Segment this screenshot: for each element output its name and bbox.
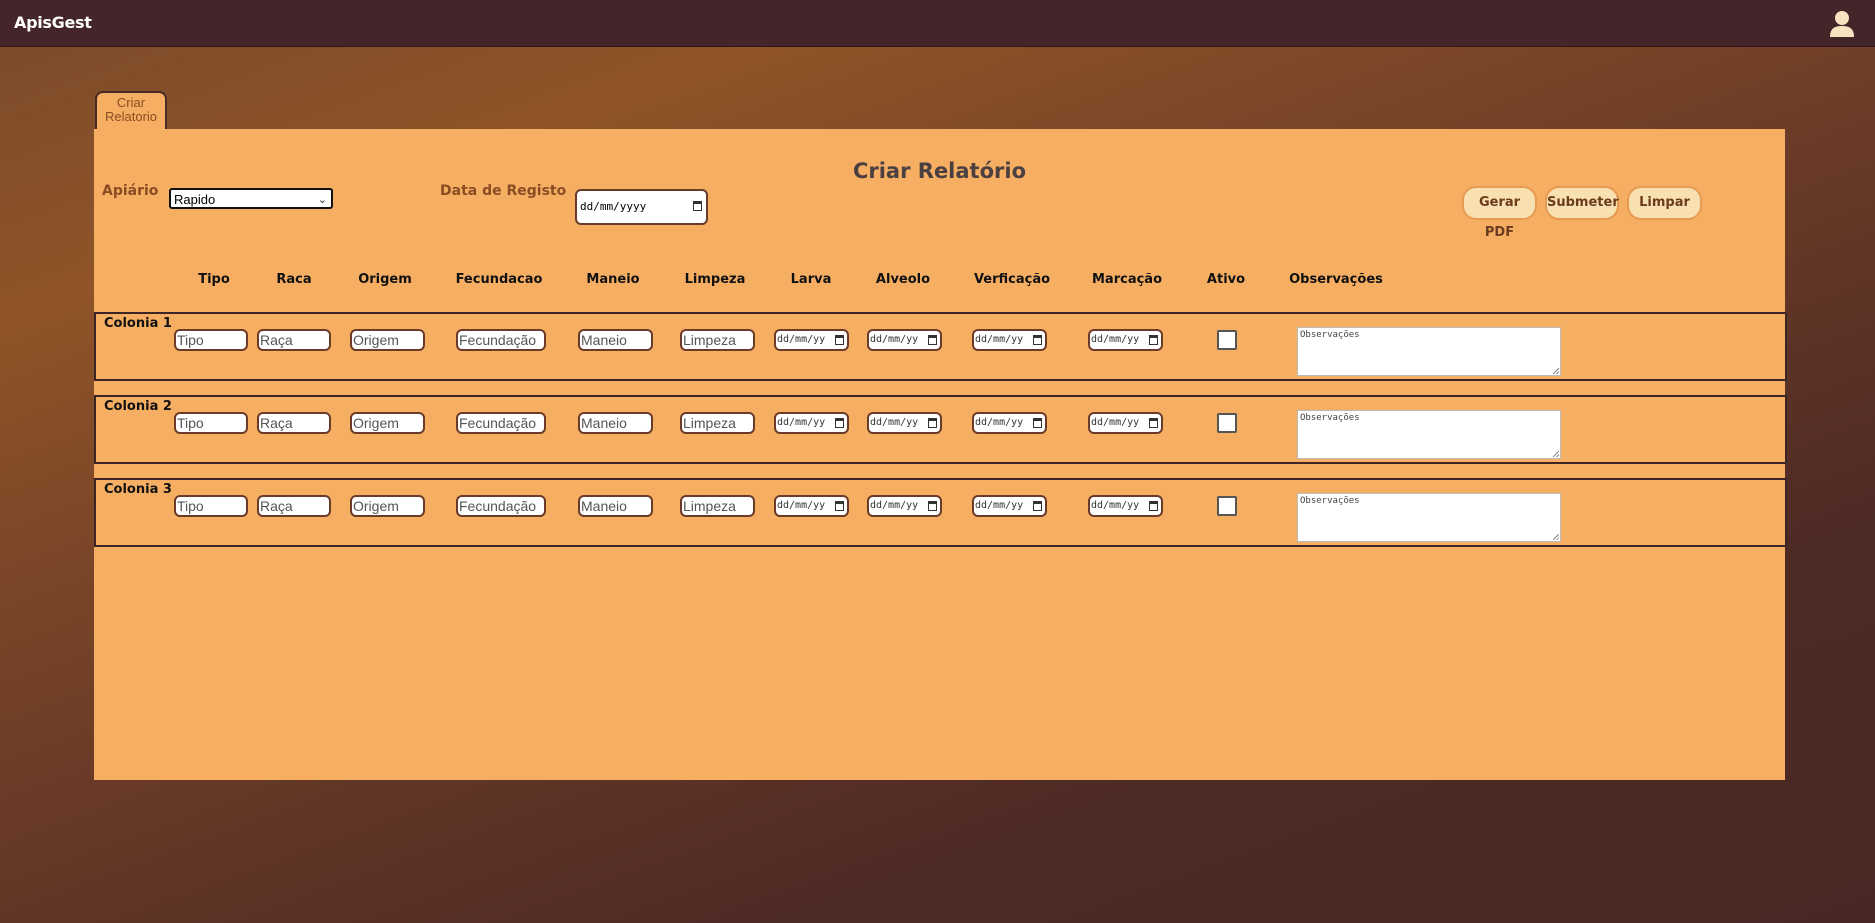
col-raca: Raca (276, 272, 312, 287)
maneio-input[interactable]: Maneio (578, 412, 653, 434)
date-placeholder: dd/mm/yy (975, 500, 1024, 511)
chevron-down-icon: ⌄ (317, 194, 327, 206)
alveolo-date-input[interactable]: dd/mm/yy (867, 412, 942, 434)
tipo-input[interactable]: Tipo (174, 329, 248, 351)
col-marcacao: Marcação (1091, 272, 1163, 287)
col-limpeza: Limpeza (684, 272, 746, 287)
marcacao-date-input[interactable]: dd/mm/yy (1088, 495, 1163, 517)
user-icon[interactable] (1829, 10, 1855, 38)
report-panel: Criar Relatório Apiário Rapido ⌄ Data de… (94, 129, 1787, 780)
verficacao-date-input[interactable]: dd/mm/yy (972, 412, 1047, 434)
apiario-select[interactable]: Rapido ⌄ (169, 188, 333, 209)
app-brand[interactable]: ApisGest (14, 13, 92, 32)
data-registo-input[interactable]: dd/mm/yyyy (575, 189, 708, 225)
date-placeholder: dd/mm/yy (870, 500, 919, 511)
col-tipo: Tipo (198, 272, 230, 287)
gerar-pdf-button[interactable]: Gerar PDF (1462, 186, 1537, 240)
marcacao-date-input[interactable]: dd/mm/yy (1088, 412, 1163, 434)
calendar-icon (835, 335, 844, 345)
limpeza-input[interactable]: Limpeza (680, 329, 755, 351)
date-placeholder: dd/mm/yy (1091, 334, 1140, 345)
col-ativo: Ativo (1206, 272, 1246, 287)
tipo-input[interactable]: Tipo (174, 412, 248, 434)
verficacao-date-input[interactable]: dd/mm/yy (972, 495, 1047, 517)
tab-label: Criar Relatorio (104, 95, 158, 124)
calendar-icon (1033, 418, 1042, 428)
apiario-value: Rapido (174, 192, 216, 207)
observacoes-textarea[interactable]: Observações (1297, 493, 1561, 542)
tab-criar-relatorio[interactable]: Criar Relatorio (95, 91, 167, 129)
alveolo-date-input[interactable]: dd/mm/yy (867, 329, 942, 351)
col-verficacao: Verficação (973, 272, 1051, 287)
calendar-icon (1149, 418, 1158, 428)
top-navbar: ApisGest (0, 0, 1875, 47)
date-placeholder: dd/mm/yyyy (580, 200, 647, 213)
observacoes-textarea[interactable]: Observações (1297, 410, 1561, 459)
date-placeholder: dd/mm/yy (777, 500, 826, 511)
col-observacoes: Observações (1289, 272, 1383, 287)
larva-date-input[interactable]: dd/mm/yy (774, 329, 849, 351)
origem-input[interactable]: Origem (350, 495, 425, 517)
col-alveolo: Alveolo (875, 272, 931, 287)
col-maneio: Maneio (586, 272, 640, 287)
row-name: Colonia 3 (104, 482, 172, 497)
tipo-input[interactable]: Tipo (174, 495, 248, 517)
calendar-icon (928, 335, 937, 345)
date-placeholder: dd/mm/yy (1091, 417, 1140, 428)
calendar-icon (928, 418, 937, 428)
col-larva: Larva (790, 272, 832, 287)
submeter-button[interactable]: Submeter (1545, 186, 1619, 220)
marcacao-date-input[interactable]: dd/mm/yy (1088, 329, 1163, 351)
calendar-icon (928, 501, 937, 511)
date-placeholder: dd/mm/yy (870, 417, 919, 428)
date-placeholder: dd/mm/yy (975, 334, 1024, 345)
colonia-row: Colonia 3 Tipo Raça Origem Fecundação Ma… (94, 478, 1787, 547)
origem-input[interactable]: Origem (350, 329, 425, 351)
date-placeholder: dd/mm/yy (777, 417, 826, 428)
date-placeholder: dd/mm/yy (777, 334, 826, 345)
row-name: Colonia 1 (104, 316, 172, 331)
col-origem: Origem (358, 272, 412, 287)
limpar-button[interactable]: Limpar (1627, 186, 1702, 220)
origem-input[interactable]: Origem (350, 412, 425, 434)
fecundacao-input[interactable]: Fecundação (456, 412, 546, 434)
ativo-checkbox[interactable] (1217, 330, 1237, 350)
calendar-icon (835, 501, 844, 511)
larva-date-input[interactable]: dd/mm/yy (774, 495, 849, 517)
date-placeholder: dd/mm/yy (975, 417, 1024, 428)
date-placeholder: dd/mm/yy (870, 334, 919, 345)
raca-input[interactable]: Raça (257, 495, 331, 517)
calendar-icon (1149, 501, 1158, 511)
colonia-row: Colonia 1 Tipo Raça Origem Fecundação Ma… (94, 312, 1787, 381)
row-name: Colonia 2 (104, 399, 172, 414)
raca-input[interactable]: Raça (257, 329, 331, 351)
alveolo-date-input[interactable]: dd/mm/yy (867, 495, 942, 517)
calendar-icon (693, 201, 702, 211)
apiario-label: Apiário (102, 183, 159, 199)
limpeza-input[interactable]: Limpeza (680, 495, 755, 517)
colonia-row: Colonia 2 Tipo Raça Origem Fecundação Ma… (94, 395, 1787, 464)
fecundacao-input[interactable]: Fecundação (456, 495, 546, 517)
raca-input[interactable]: Raça (257, 412, 331, 434)
calendar-icon (1033, 335, 1042, 345)
calendar-icon (1149, 335, 1158, 345)
observacoes-textarea[interactable]: Observações (1297, 327, 1561, 376)
col-fecundacao: Fecundacao (455, 272, 543, 287)
page-title: Criar Relatório (852, 159, 1027, 183)
larva-date-input[interactable]: dd/mm/yy (774, 412, 849, 434)
data-registo-label: Data de Registo (440, 183, 567, 199)
ativo-checkbox[interactable] (1217, 496, 1237, 516)
calendar-icon (1033, 501, 1042, 511)
maneio-input[interactable]: Maneio (578, 495, 653, 517)
verficacao-date-input[interactable]: dd/mm/yy (972, 329, 1047, 351)
fecundacao-input[interactable]: Fecundação (456, 329, 546, 351)
date-placeholder: dd/mm/yy (1091, 500, 1140, 511)
limpeza-input[interactable]: Limpeza (680, 412, 755, 434)
ativo-checkbox[interactable] (1217, 413, 1237, 433)
calendar-icon (835, 418, 844, 428)
maneio-input[interactable]: Maneio (578, 329, 653, 351)
